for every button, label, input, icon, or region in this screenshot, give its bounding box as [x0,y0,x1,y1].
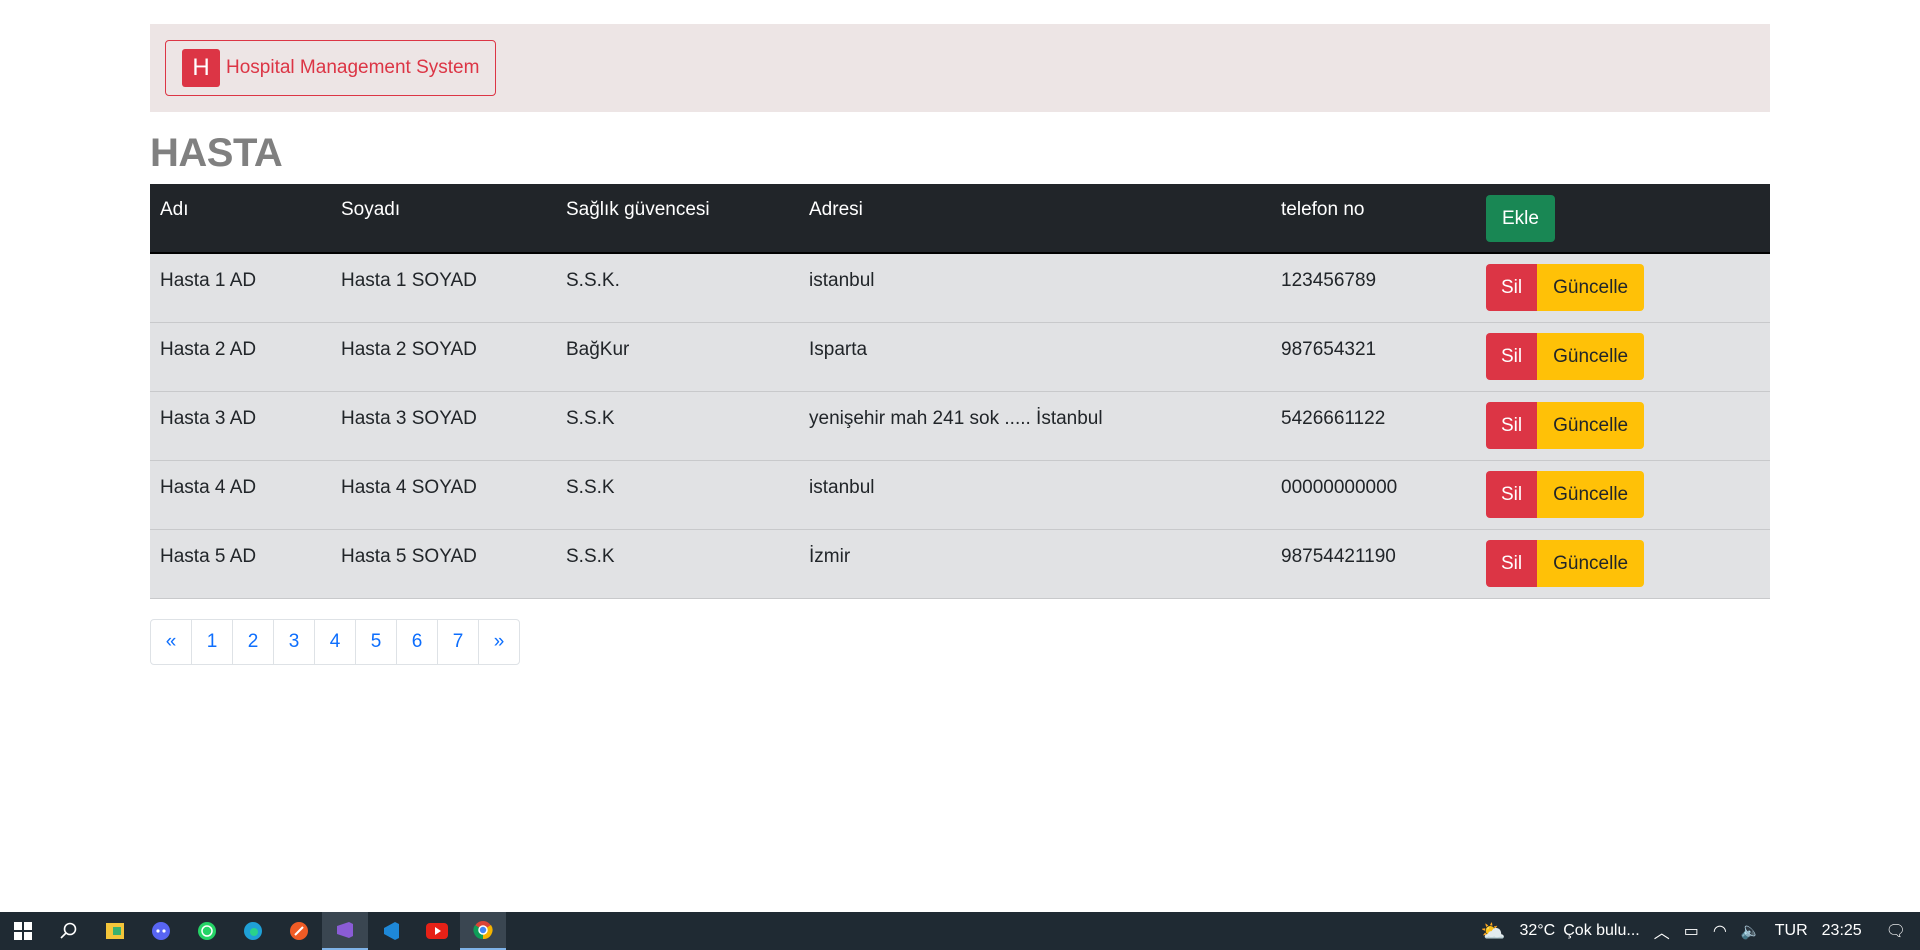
cell-insurance: S.S.K. [566,270,620,291]
battery-icon[interactable]: ▭ [1684,921,1699,941]
col-header-name: Adı [160,199,189,220]
cell-actions: Sil Güncelle [1476,322,1770,391]
cell-insurance: S.S.K [566,476,615,498]
col-header-insurance: Sağlık güvencesi [566,199,710,220]
cell-address: istanbul [809,476,875,498]
cell-insurance: S.S.K [566,545,615,567]
page-next-link[interactable]: » [478,618,520,665]
page-link-3[interactable]: 3 [273,618,315,665]
whatsapp-icon[interactable] [184,912,230,950]
hospital-logo-icon: H [182,49,220,87]
cell-actions: Sil Güncelle [1476,391,1770,460]
discord-icon[interactable] [138,912,184,950]
cell-address: yenişehir mah 241 sok ..... İstanbul [809,407,1103,429]
col-header-phone: telefon no [1281,199,1365,220]
cell-name: Hasta 1 AD [160,270,257,291]
cell-name: Hasta 3 AD [160,407,257,429]
clock[interactable]: 23:25 [1822,922,1862,940]
browser-page: H Hospital Management System HASTA Adı S… [0,0,1920,950]
main-container: H Hospital Management System HASTA Adı S… [150,24,1770,665]
cell-surname: Hasta 5 SOYAD [341,545,477,567]
patients-table: Adı Soyadı Sağlık güvencesi Adresi telef… [150,184,1770,599]
update-button[interactable]: Güncelle [1537,470,1645,518]
cell-phone: 00000000000 [1281,476,1398,498]
table-header-row: Adı Soyadı Sağlık güvencesi Adresi telef… [150,184,1770,253]
cell-name: Hasta 4 AD [160,476,257,498]
cell-phone: 5426661122 [1281,407,1386,429]
page-link-5[interactable]: 5 [355,618,397,665]
update-button[interactable]: Güncelle [1537,401,1645,449]
update-button[interactable]: Güncelle [1537,264,1645,311]
cell-surname: Hasta 4 SOYAD [341,476,477,498]
page-title: HASTA [150,131,283,175]
visual-studio-icon[interactable] [322,912,368,950]
youtube-icon[interactable] [414,912,460,950]
cell-surname: Hasta 3 SOYAD [341,407,477,429]
system-tray: ⛅ 32°C Çok bulu... ︿ ▭ ◠ 🔈 TUR 23:25 🗨 [1481,912,1920,950]
cell-insurance: S.S.K [566,407,615,429]
cell-surname: Hasta 1 SOYAD [341,270,477,291]
cell-actions: Sil Güncelle [1476,460,1770,529]
update-button[interactable]: Güncelle [1537,332,1645,380]
chrome-icon[interactable] [460,912,506,950]
table-row: Hasta 3 AD Hasta 3 SOYAD S.S.K yenişehir ma… [150,391,1770,460]
language-indicator[interactable]: TUR [1775,922,1808,940]
edge-icon[interactable] [230,912,276,950]
brand-label: Hospital Management System [226,57,480,78]
delete-button[interactable]: Sil [1486,332,1538,380]
page-link-7[interactable]: 7 [437,618,479,665]
notifications-icon[interactable]: 🗨 [1886,921,1906,941]
weather-temp[interactable]: 32°C [1519,922,1555,940]
cell-actions: Sil Güncelle [1476,253,1770,322]
cell-phone: 98754421190 [1281,545,1396,567]
table-row: Hasta 1 AD Hasta 1 SOYAD S.S.K. istanbul 123… [150,253,1770,322]
taskbar: ⛅ 32°C Çok bulu... ︿ ▭ ◠ 🔈 TUR 23:25 🗨 [0,912,1920,950]
col-header-actions: Ekle [1476,184,1770,253]
col-header-surname: Soyadı [341,199,401,220]
col-header-address: Adresi [809,199,863,220]
cell-actions: Sil Güncelle [1476,529,1770,598]
cell-phone: 987654321 [1281,338,1377,360]
cell-address: Isparta [809,338,868,360]
volume-icon[interactable]: 🔈 [1741,921,1761,941]
table-row: Hasta 5 AD Hasta 5 SOYAD S.S.K İzmir 9875442… [150,529,1770,598]
weather-text[interactable]: Çok bulu... [1563,922,1639,940]
add-button[interactable]: Ekle [1486,194,1555,242]
wifi-icon[interactable]: ◠ [1713,921,1727,941]
navbar: H Hospital Management System [150,24,1770,112]
table-row: Hasta 2 AD Hasta 2 SOYAD BağKur Isparta 9876… [150,322,1770,391]
brand-button[interactable]: H Hospital Management System [165,40,497,96]
page-link-1[interactable]: 1 [191,618,233,665]
page-link-4[interactable]: 4 [314,618,356,665]
cell-surname: Hasta 2 SOYAD [341,338,477,360]
delete-button[interactable]: Sil [1486,401,1538,449]
search-icon[interactable] [46,912,92,950]
cell-name: Hasta 2 AD [160,338,257,360]
cell-insurance: BağKur [566,338,630,360]
chevron-up-icon[interactable]: ︿ [1654,919,1670,943]
delete-button[interactable]: Sil [1486,539,1538,587]
table-row: Hasta 4 AD Hasta 4 SOYAD S.S.K istanbul 0000… [150,460,1770,529]
update-button[interactable]: Güncelle [1537,539,1645,587]
postman-icon[interactable] [276,912,322,950]
page-prev-link[interactable]: « [150,618,192,665]
page-link-6[interactable]: 6 [396,618,438,665]
delete-button[interactable]: Sil [1486,264,1538,311]
weather-icon[interactable]: ⛅ [1481,919,1506,944]
start-icon[interactable] [0,912,46,950]
delete-button[interactable]: Sil [1486,470,1538,518]
cell-address: istanbul [809,270,875,291]
files-icon[interactable] [92,912,138,950]
pagination: «1 2 3 4 5 6 7» [150,618,1770,665]
page-link-2[interactable]: 2 [232,618,274,665]
cell-phone: 123456789 [1281,270,1377,291]
cell-name: Hasta 5 AD [160,545,257,567]
cell-address: İzmir [809,545,851,567]
vscode-icon[interactable] [368,912,414,950]
